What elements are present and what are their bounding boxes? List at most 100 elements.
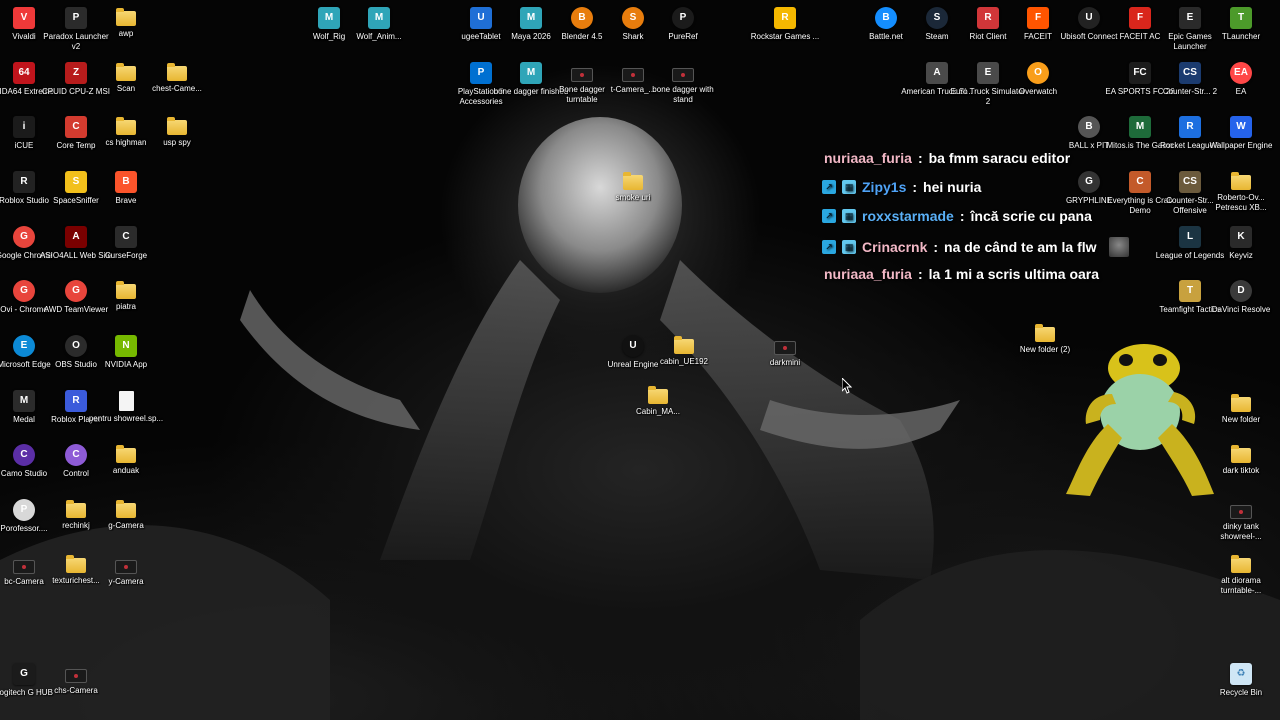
obs-studio-icon: O — [65, 335, 87, 357]
chat-message-text: încă scrie cu pana — [970, 208, 1092, 224]
brave-icon: B — [115, 171, 137, 193]
frog-sticker-image — [1066, 344, 1214, 496]
desktop-icon-y-camera[interactable]: y-Camera — [88, 551, 164, 605]
desktop-icon-label: y-Camera — [108, 577, 144, 586]
chat-emote-icon — [1108, 237, 1129, 257]
desktop-icon-piatra[interactable]: piatra — [88, 277, 164, 331]
porofessor-icon: P — [13, 499, 35, 521]
ball-x-pit-icon: B — [1078, 116, 1100, 138]
awd-teamviewer-icon: G — [65, 280, 87, 302]
rocket-league-icon: R — [1179, 116, 1201, 138]
counter-strike-2-icon: CS — [1179, 62, 1201, 84]
desktop-icon-davinci-resolve[interactable]: D DaVinci Resolve — [1203, 277, 1279, 331]
desktop-icon-label: pentru showreel.sp... — [88, 414, 164, 423]
document-icon — [118, 391, 134, 411]
steam-icon: S — [926, 7, 948, 29]
folder-icon — [1231, 445, 1251, 463]
ea-icon: EA — [1230, 62, 1252, 84]
roblox-studio-icon: R — [13, 171, 35, 193]
chat-separator: : — [917, 266, 923, 282]
desktop-icon-ea[interactable]: EA EA — [1203, 59, 1279, 113]
desktop-icon-label: Overwatch — [1018, 87, 1058, 96]
desktop-icon-rockstar-games[interactable]: R Rockstar Games ... — [747, 4, 823, 58]
paradox-launcher-icon: P — [65, 7, 87, 29]
wallpaper-engine-icon: W — [1230, 116, 1252, 138]
desktop-icon-roberto-ov[interactable]: Roberto-Ov... Petrescu XB... — [1203, 168, 1279, 222]
desktop-icon-nvidia-app[interactable]: N NVIDIA App — [88, 332, 164, 386]
aida64-icon: 64 — [13, 62, 35, 84]
rockstar-games-icon: R — [774, 7, 796, 29]
chat-badge-icon: ▦ — [842, 240, 856, 254]
chat-message-text: ba fmm saracu editor — [928, 150, 1071, 166]
nvidia-app-icon: N — [115, 335, 137, 357]
mouse-cursor-icon — [842, 378, 852, 394]
desktop-icon-wolf-anim[interactable]: M Wolf_Anim... — [341, 4, 417, 58]
desktop-icon-label: chest-Came... — [152, 84, 202, 93]
desktop-icon-label: cabin_UE192 — [659, 357, 709, 366]
media-file-icon — [1230, 505, 1252, 519]
maya-2026-icon: M — [520, 7, 542, 29]
folder-icon — [1035, 324, 1055, 342]
tlauncher-icon: T — [1230, 7, 1252, 29]
chat-message-text: na de când te am la flw — [944, 239, 1097, 255]
folder-icon — [66, 555, 86, 573]
chat-username: nuriaaa_furia — [824, 266, 912, 282]
desktop-icon-tlauncher[interactable]: T TLauncher — [1203, 4, 1279, 58]
media-file-icon — [774, 341, 796, 355]
desktop-icon-label: Rockstar Games ... — [750, 32, 820, 41]
gryphlink-icon: G — [1078, 171, 1100, 193]
desktop-icon-label: Keyviz — [1229, 251, 1253, 260]
euro-truck-icon: E — [977, 62, 999, 84]
desktop-icon-wallpaper-engine[interactable]: W Wallpaper Engine — [1203, 113, 1279, 167]
davinci-resolve-icon: D — [1230, 280, 1252, 302]
desktop-icon-chs-camera[interactable]: chs-Camera — [38, 660, 114, 714]
desktop-icon-cabin-ue192[interactable]: cabin_UE192 — [646, 332, 722, 386]
desktop-icon-pureref[interactable]: P PureRef — [645, 4, 721, 58]
wolf-rig-icon: M — [318, 7, 340, 29]
desktop-icon-overwatch[interactable]: O Overwatch — [1000, 59, 1076, 113]
chat-badge-icon: ▦ — [842, 209, 856, 223]
desktop-icon-label: DaVinci Resolve — [1211, 305, 1271, 314]
desktop-icon-pentru-showreel[interactable]: pentru showreel.sp... — [88, 387, 164, 441]
cs-offensive-icon: CS — [1179, 171, 1201, 193]
desktop-icon-cabin-ma[interactable]: Cabin_MA... — [620, 382, 696, 436]
recycle-bin-icon: ♻ — [1230, 663, 1252, 685]
desktop-icon-label: dinky tank showreel-... — [1220, 522, 1262, 541]
ps-accessories-icon: P — [470, 62, 492, 84]
desktop-icon-keyviz[interactable]: K Keyviz — [1203, 223, 1279, 277]
vivaldi-icon: V — [13, 7, 35, 29]
wolf-anim-icon: M — [368, 7, 390, 29]
media-file-icon — [622, 68, 644, 82]
folder-icon — [648, 386, 668, 404]
desktop-icon-brave[interactable]: B Brave — [88, 168, 164, 222]
desktop-icon-alt-diorama[interactable]: alt diorama turntable-... — [1203, 551, 1279, 605]
desktop-icon-darkmini[interactable]: darkmini — [747, 332, 823, 386]
media-file-icon — [13, 560, 35, 574]
desktop-icon-smoke-uri[interactable]: smoke uri — [595, 168, 671, 222]
chat-separator: : — [933, 239, 939, 255]
league-of-legends-icon: L — [1179, 226, 1201, 248]
desktop-icon-bone-dagger-stand[interactable]: bone dagger with stand — [645, 59, 721, 113]
pureref-icon: P — [672, 7, 694, 29]
chat-message-text: la 1 mi a scris ultima oara — [928, 266, 1100, 282]
chat-message: nuriaaa_furia: la 1 mi a scris ultima oar… — [824, 266, 1099, 282]
folder-icon — [116, 8, 136, 26]
desktop-icon-label: NVIDIA App — [104, 360, 148, 369]
desktop-icon-awp[interactable]: awp — [88, 4, 164, 58]
desktop-icon-dinky-tank[interactable]: dinky tank showreel-... — [1203, 496, 1279, 550]
desktop-icon-usp-spy[interactable]: usp spy — [139, 113, 215, 167]
overwatch-icon: O — [1027, 62, 1049, 84]
desktop-icon-label: alt diorama turntable-... — [1220, 576, 1262, 595]
desktop-icon-label: Wolf_Anim... — [356, 32, 402, 41]
media-file-icon — [65, 669, 87, 683]
desktop[interactable]: V Vivaldi P Paradox Launcher v2 awp M Wolf_Rig… — [0, 0, 1280, 720]
ugee-tablet-icon: U — [470, 7, 492, 29]
desktop-icon-recycle-bin[interactable]: ♻ Recycle Bin — [1203, 660, 1279, 714]
desktop-icon-label: darkmini — [769, 358, 801, 367]
desktop-icon-g-camera[interactable]: g-Camera — [88, 496, 164, 550]
microsoft-edge-icon: E — [13, 335, 35, 357]
desktop-icon-anduak[interactable]: anduak — [88, 441, 164, 495]
desktop-icon-chest-came[interactable]: chest-Came... — [139, 59, 215, 113]
chat-username: nuriaaa_furia — [824, 150, 912, 166]
desktop-icon-curseforge[interactable]: C CurseForge — [88, 223, 164, 277]
